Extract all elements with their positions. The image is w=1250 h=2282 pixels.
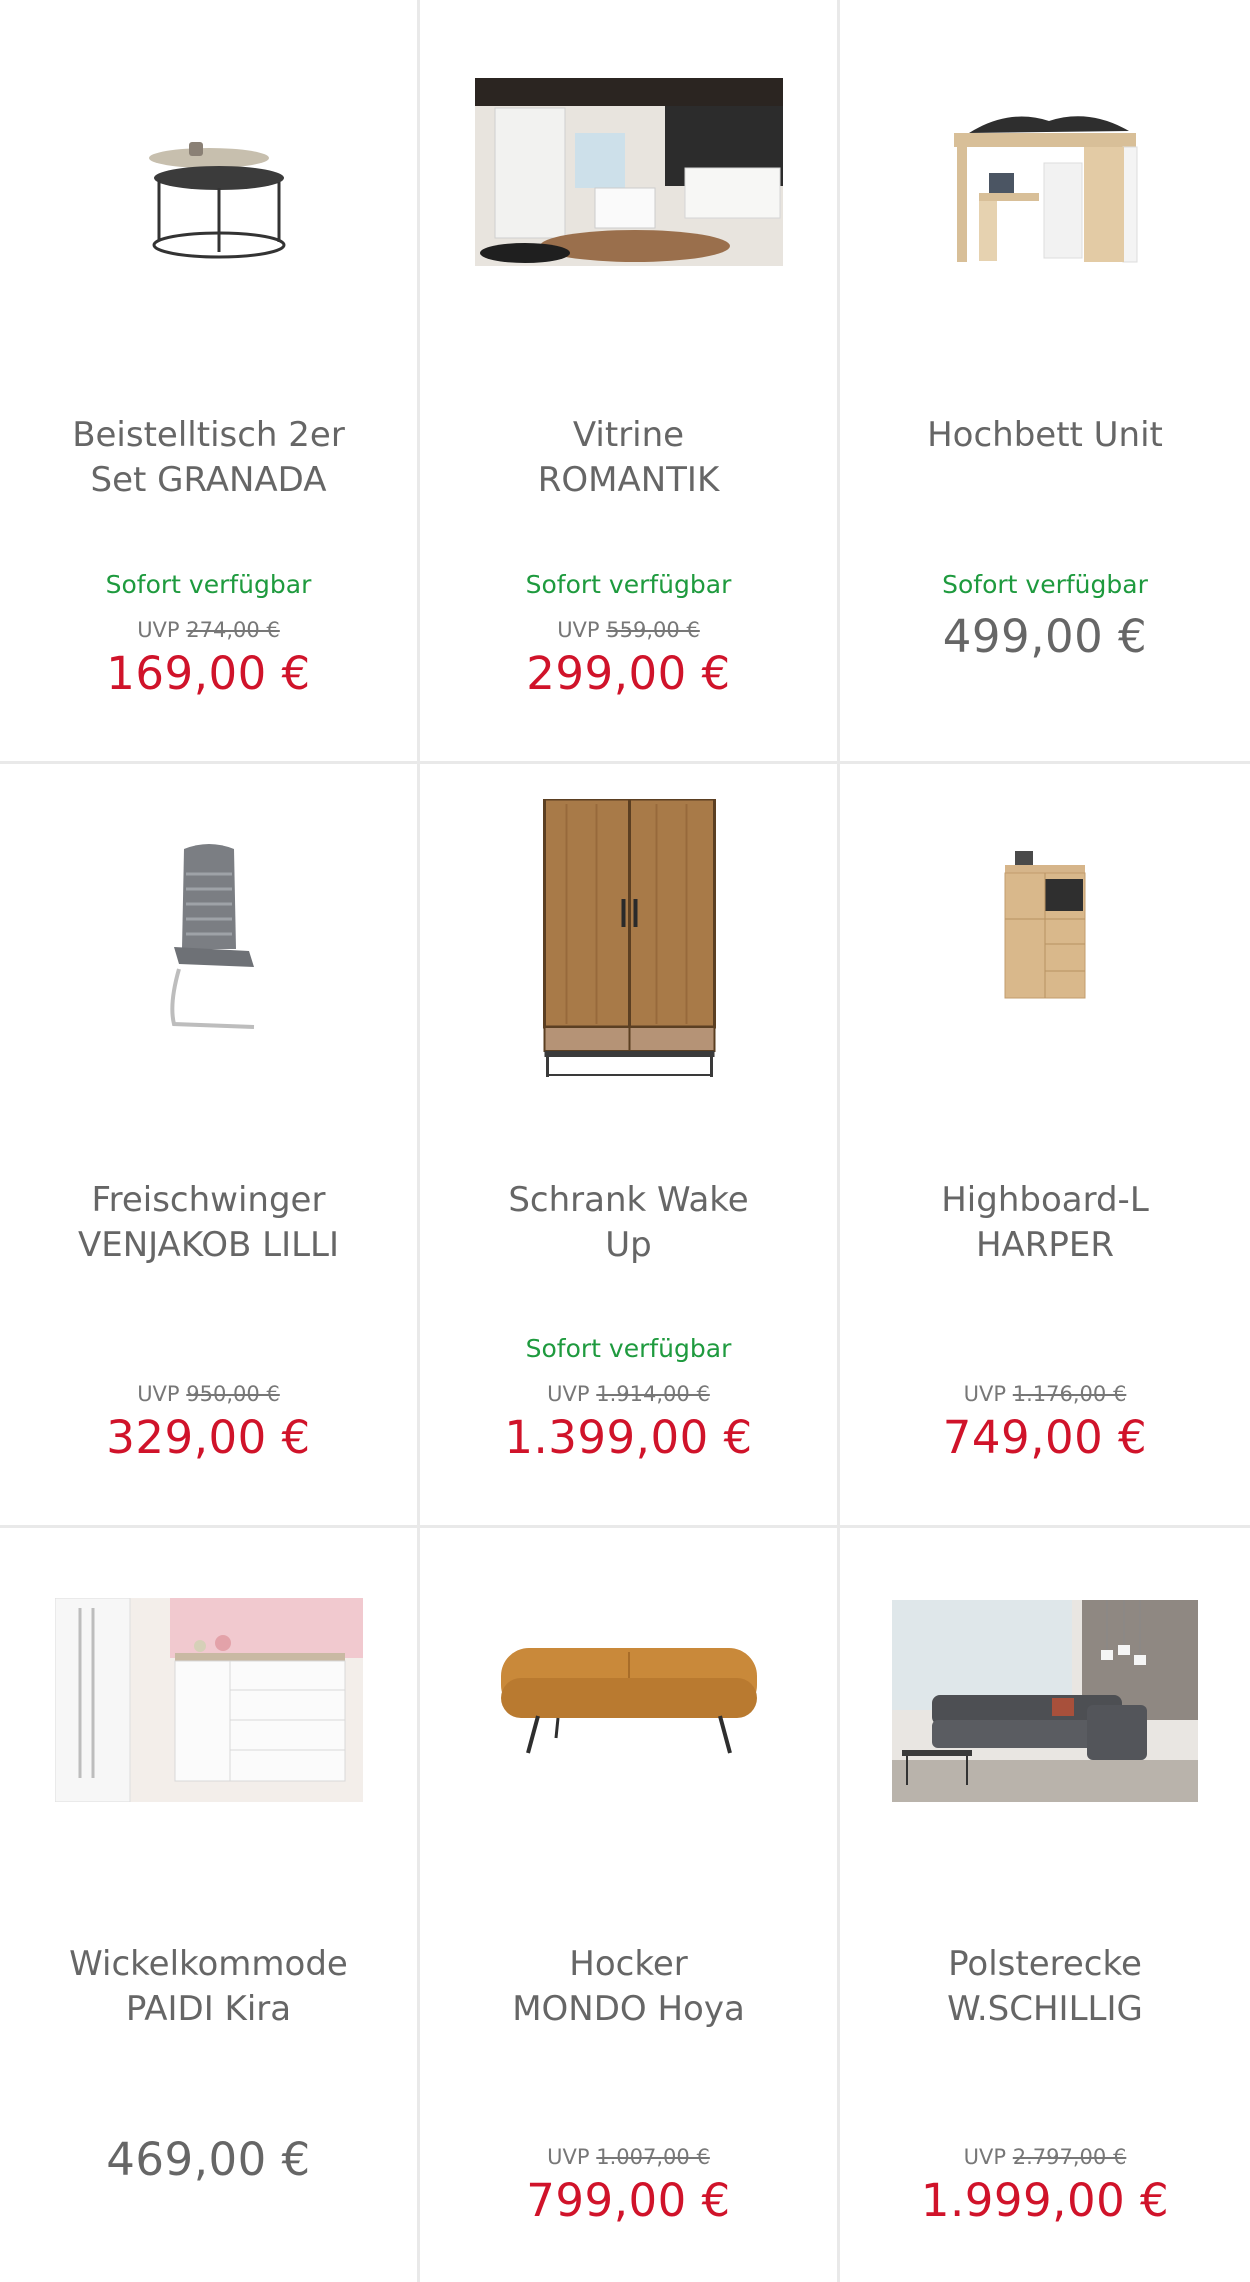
- product-image-ottoman[interactable]: [498, 1638, 760, 1763]
- availability-label: Sofort verfügbar: [942, 570, 1148, 599]
- uvp-price: UVP 559,00 €: [557, 618, 700, 642]
- product-card-vitrine[interactable]: Vitrine ROMANTIK Sofort verfügbar UVP 55…: [420, 0, 837, 761]
- availability-label: Sofort verfügbar: [525, 570, 732, 599]
- sale-price: 169,00 €: [106, 647, 311, 700]
- uvp-price: UVP 2.797,00 €: [963, 2145, 1127, 2169]
- product-title[interactable]: Schrank Wake Up: [440, 1178, 817, 1268]
- sale-price: 1.999,00 €: [920, 2174, 1170, 2227]
- product-card-freischwinger[interactable]: Freischwinger VENJAKOB LILLI UVP 950,00 …: [0, 764, 417, 1525]
- product-image-chair[interactable]: [154, 839, 264, 1034]
- availability-label: Sofort verfügbar: [525, 1334, 732, 1363]
- product-title[interactable]: Beistelltisch 2er Set GRANADA: [20, 413, 397, 503]
- price: 469,00 €: [106, 2133, 311, 2186]
- product-image-side-table[interactable]: [129, 130, 289, 265]
- sale-price: 329,00 €: [106, 1411, 311, 1464]
- product-image-changing-table[interactable]: [54, 1598, 363, 1802]
- sale-price: 749,00 €: [942, 1411, 1148, 1464]
- product-image-corner-sofa[interactable]: [892, 1600, 1198, 1802]
- availability-label: Sofort verfügbar: [105, 570, 312, 599]
- product-card-polsterecke[interactable]: Polsterecke W.SCHILLIG UVP 2.797,00 € 1.…: [840, 1528, 1250, 2282]
- product-card-hocker[interactable]: Hocker MONDO Hoya UVP 1.007,00 € 799,00 …: [420, 1528, 837, 2282]
- product-title[interactable]: Vitrine ROMANTIK: [440, 413, 817, 503]
- product-title[interactable]: Polsterecke W.SCHILLIG: [860, 1942, 1230, 2032]
- product-card-hochbett[interactable]: Hochbett Unit Sofort verfügbar 499,00 €: [840, 0, 1250, 761]
- product-card-beistelltisch[interactable]: Beistelltisch 2er Set GRANADA Sofort ver…: [0, 0, 417, 761]
- sale-price: 799,00 €: [526, 2174, 731, 2227]
- uvp-price: UVP 1.007,00 €: [547, 2145, 710, 2169]
- uvp-price: UVP 1.914,00 €: [547, 1382, 710, 1406]
- product-title[interactable]: Highboard-L HARPER: [860, 1178, 1230, 1268]
- product-image-loft-bed[interactable]: [949, 103, 1141, 268]
- product-title[interactable]: Wickelkommode PAIDI Kira: [20, 1942, 397, 2032]
- product-image-highboard[interactable]: [1000, 849, 1090, 1004]
- uvp-price: UVP 274,00 €: [137, 618, 280, 642]
- product-card-highboard[interactable]: Highboard-L HARPER UVP 1.176,00 € 749,00…: [840, 764, 1250, 1525]
- product-card-wickelkommode[interactable]: Wickelkommode PAIDI Kira 469,00 €: [0, 1528, 417, 2282]
- product-image-vitrine-room[interactable]: [474, 78, 783, 266]
- uvp-price: UVP 950,00 €: [137, 1382, 280, 1406]
- product-card-schrank[interactable]: Schrank Wake Up Sofort verfügbar UVP 1.9…: [420, 764, 837, 1525]
- product-title[interactable]: Hocker MONDO Hoya: [440, 1942, 817, 2032]
- price: 499,00 €: [942, 610, 1148, 663]
- product-image-wardrobe[interactable]: [541, 799, 716, 1079]
- product-grid: Beistelltisch 2er Set GRANADA Sofort ver…: [0, 0, 1250, 2282]
- sale-price: 299,00 €: [526, 647, 731, 700]
- product-title[interactable]: Hochbett Unit: [860, 413, 1230, 458]
- uvp-price: UVP 1.176,00 €: [963, 1382, 1127, 1406]
- product-title[interactable]: Freischwinger VENJAKOB LILLI: [20, 1178, 397, 1268]
- sale-price: 1.399,00 €: [504, 1411, 753, 1464]
